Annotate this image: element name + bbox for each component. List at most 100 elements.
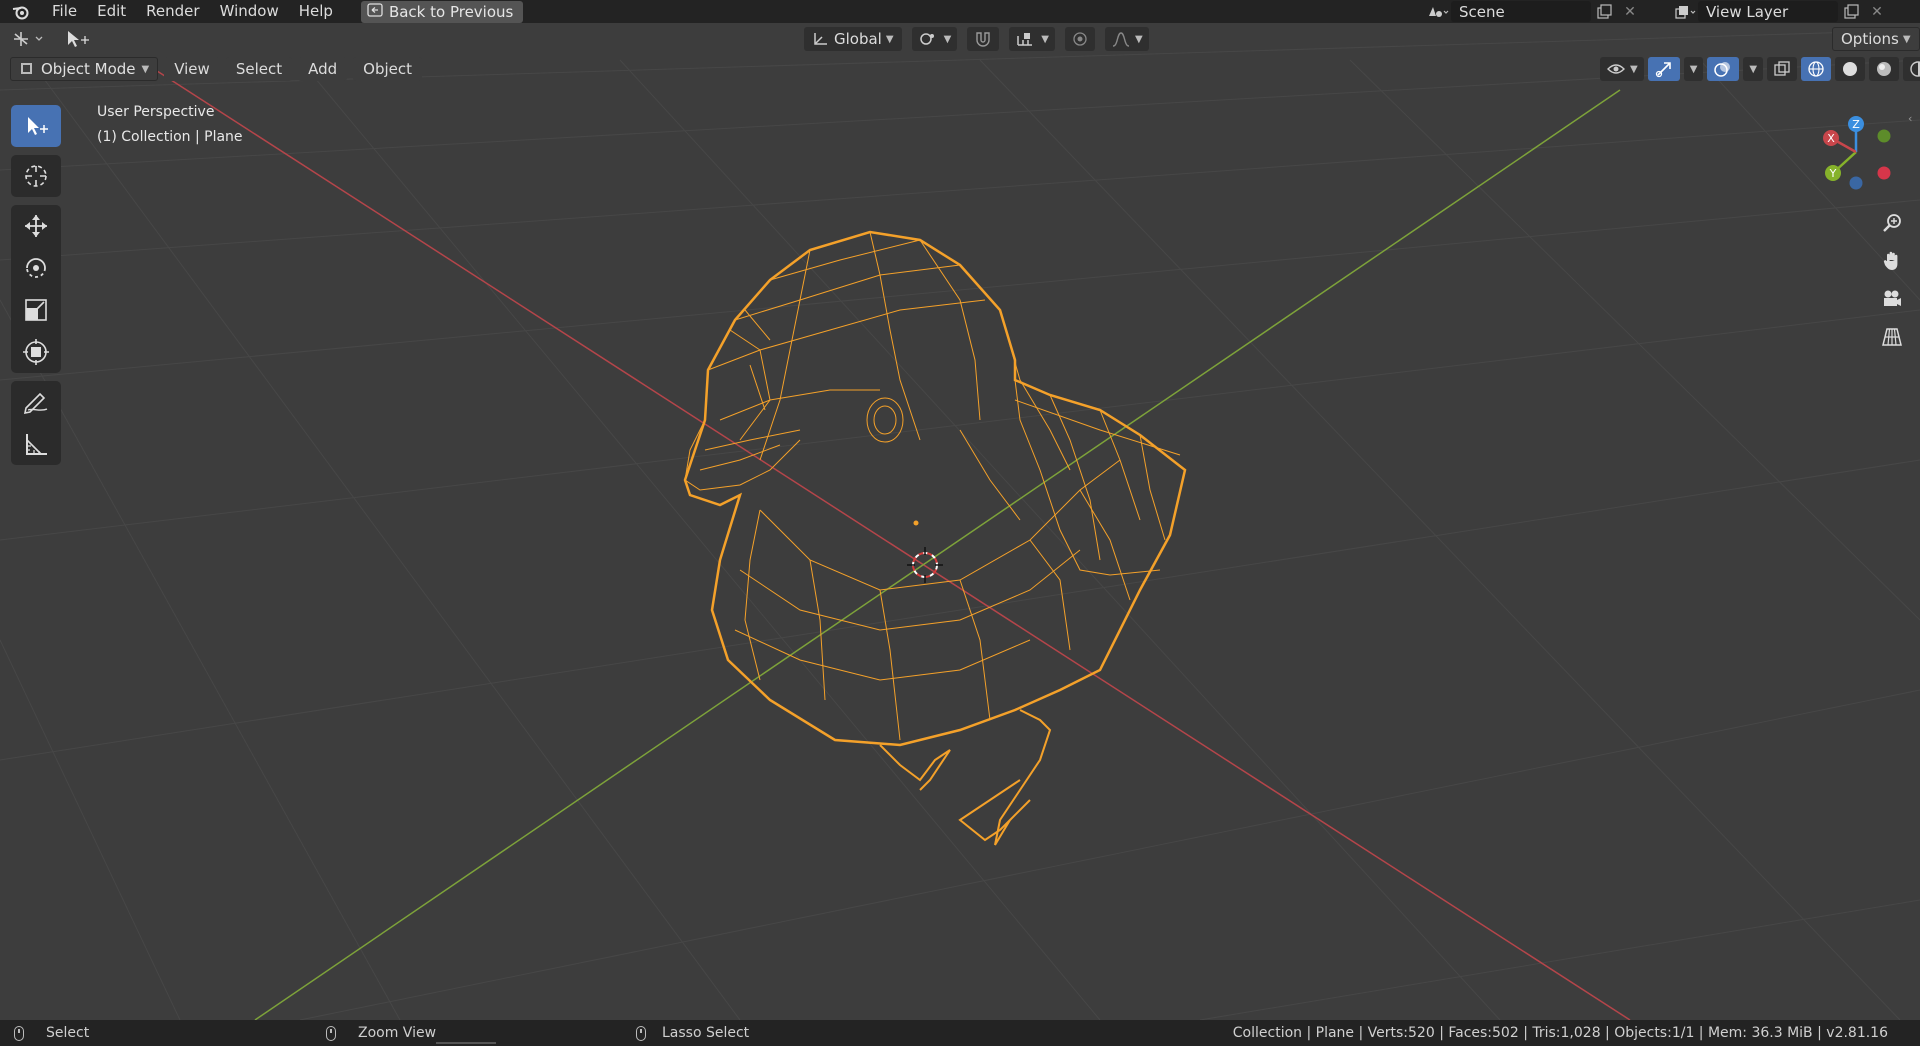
menu-select[interactable]: Select	[225, 57, 293, 81]
object-mode-dropdown[interactable]: Object Mode ▼	[10, 57, 159, 81]
navigation-gizmo[interactable]: Z Y X	[1800, 110, 1920, 200]
menu-file[interactable]: File	[42, 0, 87, 23]
status-zoom-label: Zoom View	[358, 1025, 437, 1041]
y-axis-line	[254, 89, 1621, 1020]
menu-view[interactable]: View	[164, 57, 220, 81]
falloff-curve-icon	[1112, 32, 1130, 47]
sidebar-expand-arrow[interactable]: ‹	[1908, 112, 1920, 128]
gizmo-icon	[1655, 62, 1671, 78]
magnifier-zoom-icon	[1883, 214, 1901, 232]
screen-back-icon	[367, 2, 383, 21]
camera-view-button[interactable]	[1876, 283, 1908, 315]
viewport-3d[interactable]	[0, 23, 1920, 1020]
ruler-icon	[26, 434, 47, 455]
pan-view-button[interactable]	[1876, 245, 1908, 277]
scene-statistics: Collection | Plane | Verts:520 | Faces:5…	[1232, 1025, 1888, 1041]
rendered-sphere-icon	[1910, 61, 1920, 77]
rotate-icon	[26, 258, 46, 278]
xray-toggle[interactable]	[1767, 57, 1798, 81]
scale-tool[interactable]	[11, 289, 61, 331]
gizmos-dropdown[interactable]: ▼	[1683, 57, 1704, 81]
transform-controls: Global ▼ ▼ ▼ ▼	[804, 24, 1149, 54]
transform-orientation-dropdown[interactable]: Global ▼	[804, 27, 902, 51]
new-scene-icon[interactable]	[1591, 1, 1617, 22]
chick-mesh-wireframe[interactable]	[683, 230, 1187, 846]
menu-object[interactable]: Object	[353, 57, 422, 81]
xray-icon	[1774, 61, 1790, 76]
transform-tool[interactable]	[11, 331, 61, 373]
select-box-tool[interactable]	[11, 105, 61, 147]
ortho-perspective-toggle-button[interactable]	[1876, 321, 1908, 353]
gizmo-neg-z-axis[interactable]	[1849, 176, 1863, 190]
viewport-collection-label: (1) Collection | Plane	[97, 129, 243, 145]
object-mode-label: Object Mode	[41, 60, 136, 78]
scene-selector: Scene ✕	[1425, 0, 1643, 23]
pencil-icon	[23, 392, 48, 415]
overlays-toggle[interactable]	[1707, 57, 1740, 81]
status-left-mouse-hint: Select	[14, 1025, 89, 1041]
measure-tool[interactable]	[11, 423, 61, 465]
snap-target-dropdown[interactable]: ▼	[1009, 27, 1055, 51]
view-layer-name-field[interactable]: View Layer	[1698, 1, 1838, 22]
viewport-display-controls: ▼ ▼ ▼ ▼	[1600, 54, 1920, 84]
proportional-editing-toggle[interactable]	[1064, 27, 1095, 51]
selectability-visibility-dropdown[interactable]: ▼	[1600, 57, 1644, 81]
gizmo-neg-x-axis[interactable]	[1877, 166, 1891, 180]
gizmo-neg-y-axis[interactable]	[1877, 129, 1891, 143]
snap-increment-icon	[1017, 33, 1033, 46]
move-arrows-icon	[25, 215, 47, 237]
annotate-tool[interactable]	[11, 381, 61, 423]
orientation-axes-icon	[814, 33, 827, 45]
cursor-select-icon	[68, 31, 89, 47]
delete-view-layer-icon[interactable]: ✕	[1864, 1, 1890, 22]
chevron-down-icon: ▼	[1689, 63, 1698, 75]
back-to-previous-button[interactable]: Back to Previous	[360, 0, 524, 23]
delete-scene-icon[interactable]: ✕	[1617, 1, 1643, 22]
move-tool[interactable]	[11, 205, 61, 247]
scene-name-field[interactable]: Scene	[1451, 1, 1591, 22]
zoom-view-button[interactable]	[1876, 207, 1908, 239]
shading-material-button[interactable]	[1869, 57, 1900, 81]
menu-add[interactable]: Add	[298, 57, 348, 81]
gizmo-x-label: X	[1827, 132, 1835, 145]
status-right-mouse-hint: Lasso Select	[636, 1025, 749, 1041]
gizmos-toggle[interactable]	[1647, 57, 1680, 81]
menu-render[interactable]: Render	[136, 0, 209, 23]
material-sphere-icon	[1877, 62, 1892, 76]
chevron-down-icon: ▼	[885, 33, 894, 45]
floor-grid	[0, 29, 1920, 1020]
object-origin-dot	[913, 520, 919, 526]
gizmo-z-label: Z	[1852, 118, 1860, 131]
editor-type-selector[interactable]	[10, 24, 48, 54]
blender-logo-icon[interactable]	[10, 2, 32, 22]
eye-icon	[1607, 64, 1625, 74]
menu-edit[interactable]: Edit	[87, 0, 136, 23]
menu-help[interactable]: Help	[289, 0, 343, 23]
status-middle-mouse-hint: Zoom View	[326, 1025, 436, 1041]
solid-sphere-icon	[1843, 62, 1858, 76]
view-layer-icon[interactable]	[1672, 1, 1698, 22]
overlays-dropdown[interactable]: ▼	[1743, 57, 1764, 81]
menu-window[interactable]: Window	[210, 0, 289, 23]
shading-wireframe-button[interactable]	[1801, 57, 1832, 81]
view-layer-selector: View Layer ✕	[1672, 0, 1890, 23]
shading-rendered-button[interactable]	[1903, 57, 1920, 81]
cursor-tool[interactable]	[11, 155, 61, 197]
transform-orientation-label: Global	[834, 30, 882, 48]
mouse-right-icon	[636, 1025, 646, 1041]
pivot-point-dropdown[interactable]: ▼	[911, 27, 958, 51]
snap-toggle[interactable]	[967, 27, 1000, 51]
gizmo-y-label: Y	[1829, 167, 1837, 180]
options-dropdown[interactable]: Options ▼	[1832, 24, 1920, 54]
mouse-left-icon	[14, 1025, 24, 1041]
object-mode-icon	[21, 63, 32, 74]
select-box-tool-toggle[interactable]	[64, 24, 92, 54]
shading-solid-button[interactable]	[1835, 57, 1866, 81]
chevron-down-icon: ▼	[1134, 33, 1143, 45]
new-view-layer-icon[interactable]	[1838, 1, 1864, 22]
rotate-tool[interactable]	[11, 247, 61, 289]
status-progress-underline	[436, 1042, 496, 1044]
chevron-down-icon: ▼	[1749, 63, 1758, 75]
scene-icon[interactable]	[1425, 1, 1451, 22]
proportional-falloff-dropdown[interactable]: ▼	[1104, 27, 1149, 51]
